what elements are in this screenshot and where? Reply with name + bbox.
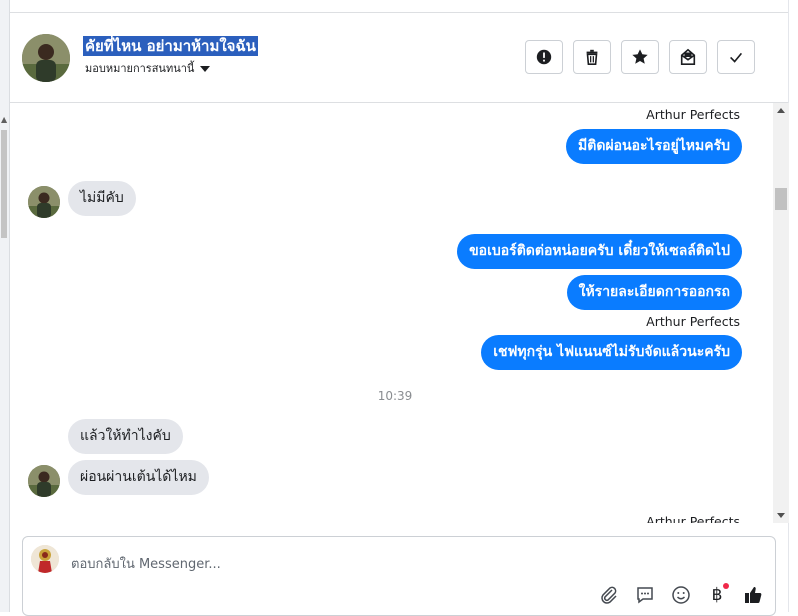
contact-name: คัยที่ไหน อย่ามาห้ามใจฉัน [83,36,258,56]
sender-label: Arthur Perfects [646,314,740,329]
message-thread[interactable]: Arthur Perfects มีติดผ่อนอะไรอยู่ไหมครับ… [10,103,773,523]
mark-unread-button[interactable] [669,40,707,74]
right-edge [788,0,798,612]
thumbs-up-icon [745,587,762,603]
baht-icon: ฿ [711,585,723,605]
star-button[interactable] [621,40,659,74]
thread-scrollbar[interactable] [773,103,789,523]
sender-label: Arthur Perfects [646,514,740,523]
notification-dot [723,583,729,589]
incoming-message[interactable]: ไม่มีคับ [68,181,136,216]
page-avatar [31,545,59,573]
attach-button[interactable] [597,583,621,607]
incoming-message[interactable]: ผ่อนผ่านเต้นได้ไหม [68,460,209,495]
scroll-thumb[interactable] [775,188,787,210]
caret-down-icon [200,66,211,72]
scroll-down-icon[interactable] [777,513,785,518]
incoming-message[interactable]: แล้วให้ทำไงคับ [68,419,183,454]
sender-label: Arthur Perfects [646,107,740,122]
outgoing-message[interactable]: ขอเบอร์ติดต่อหน่อยครับ เดี๋ยวให้เซลล์ติด… [457,234,742,269]
outgoing-message[interactable]: ให้รายละเอียดการออกรถ [566,275,742,310]
reply-composer: ตอบกลับใน Messenger... ฿ [22,536,776,616]
header-actions [525,40,765,74]
assign-conversation-dropdown[interactable]: มอบหมายการสนทนานี้ [85,59,211,77]
contact-avatar-small[interactable] [28,465,60,497]
report-button[interactable] [525,40,563,74]
contact-avatar-small[interactable] [28,186,60,218]
emoji-button[interactable] [669,583,693,607]
contact-avatar[interactable] [22,34,70,82]
payment-button[interactable]: ฿ [705,583,729,607]
outgoing-message[interactable]: เชฟทุกรุ่น ไฟแนนซ์ไม่รับจัดแล้วนะครับ [481,335,742,370]
timestamp: 10:39 [377,389,413,403]
chat-bubble-icon [637,587,653,604]
left-scroll-edge: ▲ [0,0,10,612]
done-button[interactable] [717,40,755,74]
composer-toolbar: ฿ [585,583,765,607]
scroll-up-icon[interactable] [777,108,785,113]
assign-label: มอบหมายการสนทนานี้ [85,62,195,75]
outgoing-message[interactable]: มีติดผ่อนอะไรอยู่ไหมครับ [566,129,742,164]
exclamation-circle-icon [536,49,552,65]
check-icon [730,52,743,63]
trash-icon [586,49,598,66]
paperclip-icon [601,586,617,604]
scroll-up-arrow-icon[interactable]: ▲ [1,115,7,124]
envelope-icon [680,48,696,66]
smiley-icon [672,586,690,604]
left-scroll-thumb[interactable] [1,130,7,238]
like-button[interactable] [741,583,765,607]
conversation-header: คัยที่ไหน อย่ามาห้ามใจฉัน มอบหมายการสนทน… [10,13,788,103]
saved-replies-button[interactable] [633,583,657,607]
reply-input[interactable]: ตอบกลับใน Messenger... [71,553,221,574]
delete-button[interactable] [573,40,611,74]
star-icon [632,49,648,64]
